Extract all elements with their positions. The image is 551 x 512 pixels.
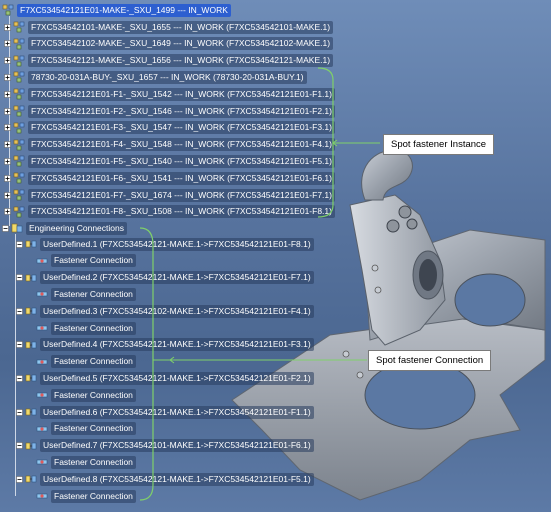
callout-brackets: [139, 67, 380, 501]
instance-bracket: [317, 67, 334, 218]
connection-bracket: [139, 227, 154, 501]
3d-viewport[interactable]: F7XC534542121E01-MAKE-_SXU_1499 --- IN_W…: [0, 0, 551, 512]
spot-fastener-instance-callout: Spot fastener Instance: [383, 134, 495, 155]
specification-tree: F7XC534542121E01-MAKE-_SXU_1499 --- IN_W…: [0, 0, 551, 512]
spot-fastener-connection-callout: Spot fastener Connection: [368, 350, 492, 371]
